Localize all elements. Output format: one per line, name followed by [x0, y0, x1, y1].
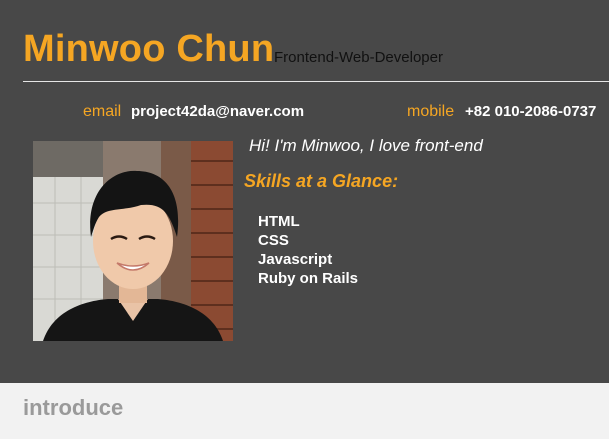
email-link[interactable]: project42da@naver.com [131, 103, 304, 121]
header-divider [23, 81, 609, 82]
introduce-heading: introduce [23, 395, 124, 420]
skills-list: HTML CSS Javascript Ruby on Rails [258, 212, 358, 288]
profile-role: Frontend-Web-Developer [274, 49, 443, 66]
profile-header: Minwoo Chun Frontend-Web-Developer email… [0, 0, 609, 383]
profile-name: Minwoo Chun [23, 28, 275, 70]
mobile-label: mobile [407, 103, 455, 120]
skill-item: CSS [258, 232, 289, 249]
skill-item: Ruby on Rails [258, 270, 359, 287]
introduce-text [23, 430, 609, 439]
skills-heading: Skills at a Glance: [244, 171, 399, 191]
skill-item: HTML [258, 213, 300, 230]
email-label: email [83, 103, 122, 120]
profile-photo [33, 141, 233, 341]
mobile-number: +82 010-2086-0737 [465, 103, 597, 120]
skill-item: Javascript [258, 251, 333, 268]
greeting-text: Hi! I'm Minwoo, I love front-end [249, 136, 483, 155]
